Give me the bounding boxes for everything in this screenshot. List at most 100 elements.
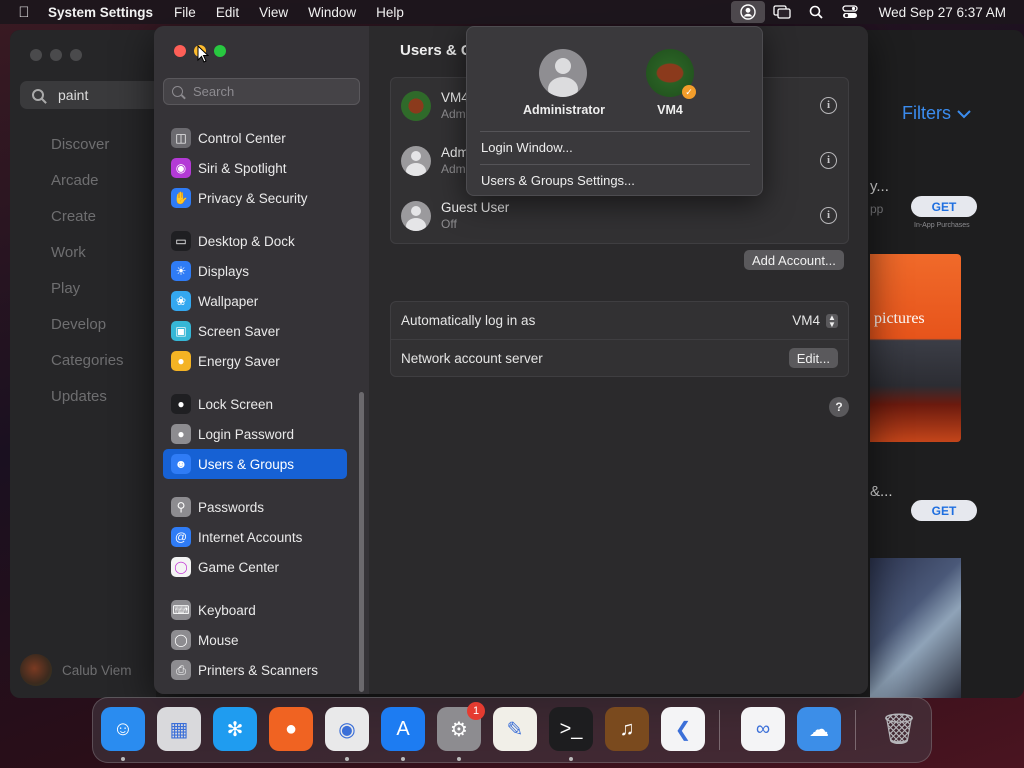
sidebar-item-mouse[interactable]: ◯ Mouse xyxy=(163,625,347,655)
sidebar-item-label: Displays xyxy=(198,263,250,279)
store-close-button[interactable] xyxy=(30,49,42,61)
store-nav-develop[interactable]: Develop xyxy=(51,316,124,352)
settings-search-placeholder: Search xyxy=(193,84,235,99)
visual-studio-icon[interactable]: ∞ xyxy=(741,707,785,751)
spotlight-icon[interactable] xyxy=(799,1,833,23)
zoom-button[interactable] xyxy=(214,45,226,57)
sidebar-item-login-password[interactable]: ● Login Password xyxy=(163,419,347,449)
network-server-label: Network account server xyxy=(401,350,543,366)
users-icon: ☻ xyxy=(171,454,191,474)
store-nav-work[interactable]: Work xyxy=(51,244,124,280)
store-minimize-button[interactable] xyxy=(50,49,62,61)
sidebar-item-label: Internet Accounts xyxy=(198,529,303,545)
login-options: Automatically log in as VM4 ▲ ▼ Network a… xyxy=(390,301,849,377)
login-window-menu-item[interactable]: Login Window... xyxy=(481,140,573,155)
chrome-icon[interactable]: ◉ xyxy=(325,707,369,751)
store-nav-discover[interactable]: Discover xyxy=(51,136,124,172)
sidebar-item-passwords[interactable]: ⚲ Passwords xyxy=(163,492,347,522)
trash-icon[interactable]: 🗑 xyxy=(877,707,921,751)
user-status: Off xyxy=(441,217,457,231)
user-row-guest[interactable]: Guest User Off i xyxy=(391,188,848,243)
menu-app-name[interactable]: System Settings xyxy=(48,5,153,20)
dock-divider xyxy=(719,710,720,750)
add-account-button[interactable]: Add Account... xyxy=(744,250,844,270)
menubar-clock[interactable]: Wed Sep 27 6:37 AM xyxy=(879,5,1006,20)
sidebar-item-privacy-security[interactable]: ✋ Privacy & Security xyxy=(163,183,347,213)
edit-button[interactable]: Edit... xyxy=(788,348,838,368)
store-nav-play[interactable]: Play xyxy=(51,280,124,316)
menu-window[interactable]: Window xyxy=(308,5,356,20)
store-nav: Discover Arcade Create Work Play Develop… xyxy=(51,136,124,424)
sidebar-item-internet-accounts[interactable]: @ Internet Accounts xyxy=(163,522,347,552)
divider xyxy=(480,131,750,132)
sidebar-item-energy-saver[interactable]: ● Energy Saver xyxy=(163,346,347,376)
sidebar-item-displays[interactable]: ☀ Displays xyxy=(163,256,347,286)
menu-file[interactable]: File xyxy=(174,5,196,20)
sun-icon: ☀ xyxy=(171,261,191,281)
sidebar-item-wallpaper[interactable]: ❀ Wallpaper xyxy=(163,286,347,316)
sidebar-item-game-center[interactable]: ◯ Game Center xyxy=(163,552,347,582)
sidebar-item-keyboard[interactable]: ⌨ Keyboard xyxy=(163,595,347,625)
sidebar-item-screen-saver[interactable]: ▣ Screen Saver xyxy=(163,316,347,346)
settings-search-input[interactable]: Search xyxy=(163,78,360,105)
get-button-2[interactable]: GET xyxy=(911,500,977,521)
apple-menu-icon[interactable]:  xyxy=(10,4,38,21)
store-search-field[interactable]: paint xyxy=(20,81,160,109)
store-nav-updates[interactable]: Updates xyxy=(51,388,124,424)
sidebar-item-siri-spotlight[interactable]: ◉ Siri & Spotlight xyxy=(163,153,347,183)
garageband-icon[interactable]: ♫ xyxy=(605,707,649,751)
autologin-select[interactable]: VM4 ▲ ▼ xyxy=(792,313,838,328)
close-button[interactable] xyxy=(174,45,186,57)
user-switcher-icon[interactable] xyxy=(730,1,765,23)
store-nav-categories[interactable]: Categories xyxy=(51,352,124,388)
avatar xyxy=(401,145,431,176)
weather-icon[interactable]: ☁ xyxy=(797,707,841,751)
help-button[interactable]: ? xyxy=(829,397,849,417)
menu-edit[interactable]: Edit xyxy=(216,5,239,20)
avatar xyxy=(20,654,52,686)
filters-button[interactable]: Filters xyxy=(902,103,971,124)
checkmark-icon: ✓ xyxy=(682,85,696,99)
sidebar-item-label: Energy Saver xyxy=(198,353,280,369)
app-screenshot-image[interactable] xyxy=(870,558,961,698)
sidebar-item-label: Desktop & Dock xyxy=(198,233,295,249)
sidebar-item-desktop-dock[interactable]: ▭ Desktop & Dock xyxy=(163,226,347,256)
sidebar-item-control-center[interactable]: ◫ Control Center xyxy=(163,123,347,153)
menu-help[interactable]: Help xyxy=(376,5,404,20)
control-center-menubar-icon[interactable] xyxy=(833,1,867,23)
store-account[interactable]: Calub Viem xyxy=(20,654,132,686)
launchpad-icon[interactable]: ▦ xyxy=(157,707,201,751)
get-button[interactable]: GET xyxy=(911,196,977,217)
popover-user-administrator[interactable]: Administrator xyxy=(523,49,605,117)
app-store-icon[interactable]: A xyxy=(381,707,425,751)
avatar xyxy=(401,90,431,121)
store-zoom-button[interactable] xyxy=(70,49,82,61)
mouse-cursor-icon xyxy=(197,45,209,63)
textedit-icon[interactable]: ✎ xyxy=(493,707,537,751)
app-promo-image[interactable]: pictures xyxy=(870,254,961,442)
store-nav-arcade[interactable]: Arcade xyxy=(51,172,124,208)
info-icon[interactable]: i xyxy=(820,151,837,169)
sidebar-item-users-groups[interactable]: ☻ Users & Groups xyxy=(163,449,347,479)
sidebar-item-lock-screen[interactable]: ● Lock Screen xyxy=(163,389,347,419)
terminal-icon[interactable]: >_ xyxy=(549,707,593,751)
user-name: Guest User xyxy=(441,200,510,215)
autologin-label: Automatically log in as xyxy=(401,313,536,328)
info-icon[interactable]: i xyxy=(820,206,837,224)
popover-user-vm4[interactable]: ✓ VM4 xyxy=(630,49,710,117)
info-icon[interactable]: i xyxy=(820,96,837,114)
sidebar-scrollbar[interactable] xyxy=(359,392,364,692)
menu-view[interactable]: View xyxy=(259,5,288,20)
filters-label: Filters xyxy=(902,103,951,123)
vscode-icon[interactable]: ❮ xyxy=(661,707,705,751)
running-indicator xyxy=(569,757,573,761)
users-groups-settings-menu-item[interactable]: Users & Groups Settings... xyxy=(481,173,635,188)
store-nav-create[interactable]: Create xyxy=(51,208,124,244)
flower-icon: ❀ xyxy=(171,291,191,311)
sidebar-item-printers-scanners[interactable]: ⎙ Printers & Scanners xyxy=(163,655,347,685)
safari-icon[interactable]: ✻ xyxy=(213,707,257,751)
finder-icon[interactable]: ☺ xyxy=(101,707,145,751)
firefox-icon[interactable]: ● xyxy=(269,707,313,751)
screen-mirroring-icon[interactable] xyxy=(765,1,799,23)
